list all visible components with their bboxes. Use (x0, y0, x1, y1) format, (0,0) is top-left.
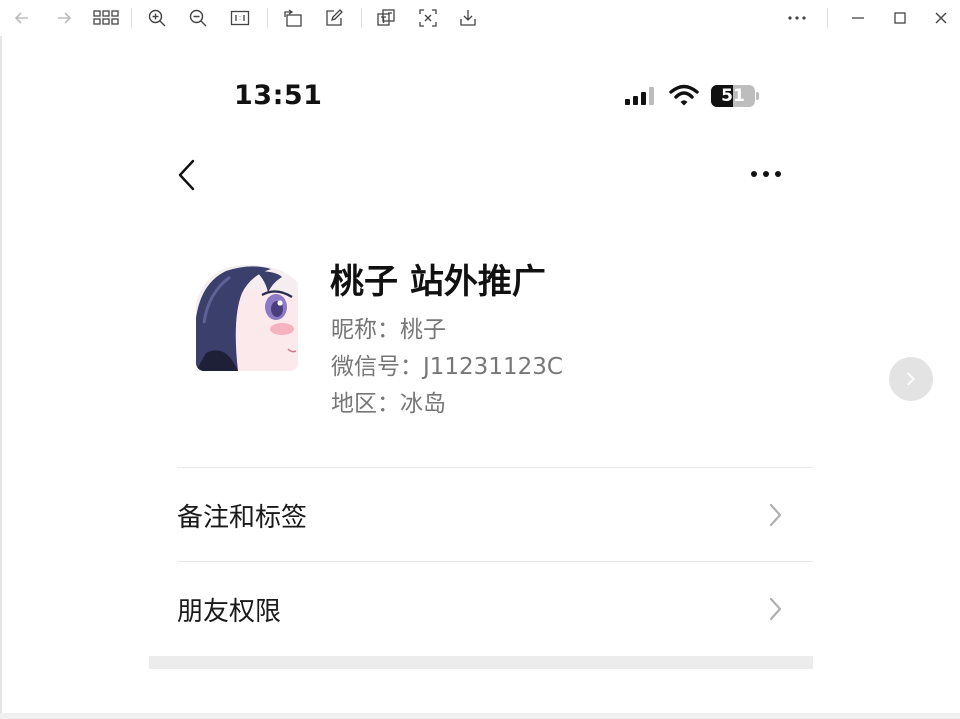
more-options-icon[interactable] (748, 166, 784, 182)
avatar[interactable] (196, 263, 298, 371)
chevron-right-icon (769, 503, 782, 527)
edit-icon[interactable] (322, 6, 346, 30)
grid-icon[interactable] (93, 6, 119, 30)
back-chevron-icon[interactable] (174, 158, 200, 192)
toolbar-separator (267, 8, 268, 28)
zoom-in-icon[interactable] (145, 6, 169, 30)
cellular-signal-icon (625, 87, 654, 105)
chevron-right-icon (907, 372, 915, 386)
section-separator (149, 656, 813, 669)
profile-region: 地区：冰岛 (331, 391, 446, 417)
wifi-icon (669, 84, 699, 106)
toolbar-separator (827, 8, 828, 28)
close-icon[interactable] (929, 6, 953, 30)
battery-tip (756, 92, 759, 100)
actual-size-icon[interactable] (228, 6, 252, 30)
menu-row-friend-permissions[interactable]: 朋友权限 (177, 562, 813, 656)
maximize-icon[interactable] (888, 6, 912, 30)
toolbar-separator (131, 8, 132, 28)
forward-arrow-icon[interactable] (52, 6, 76, 30)
window-bottom-strip (0, 713, 960, 719)
next-image-button[interactable] (889, 357, 933, 401)
profile-nickname: 昵称：桃子 (331, 317, 446, 343)
status-time: 13:51 (234, 80, 323, 111)
menu-row-label: 朋友权限 (177, 596, 282, 627)
viewer-toolbar (0, 0, 960, 36)
more-icon[interactable] (785, 6, 809, 30)
chevron-right-icon (769, 597, 782, 621)
profile-wechat-id: 微信号：J11231123C (331, 354, 563, 380)
zoom-out-icon[interactable] (186, 6, 210, 30)
translate-icon[interactable] (374, 6, 398, 30)
toolbar-separator (361, 8, 362, 28)
download-icon[interactable] (456, 6, 480, 30)
back-arrow-icon[interactable] (10, 6, 34, 30)
battery-level: 51 (721, 86, 745, 106)
minimize-icon[interactable] (846, 6, 870, 30)
rotate-icon[interactable] (281, 6, 305, 30)
crop-icon[interactable] (416, 6, 440, 30)
battery-icon: 51 (711, 85, 755, 107)
menu-row-remarks-tags[interactable]: 备注和标签 (177, 468, 813, 562)
window-edge (0, 36, 2, 719)
menu-row-label: 备注和标签 (177, 502, 308, 533)
profile-display-name: 桃子 站外推广 (330, 262, 546, 302)
